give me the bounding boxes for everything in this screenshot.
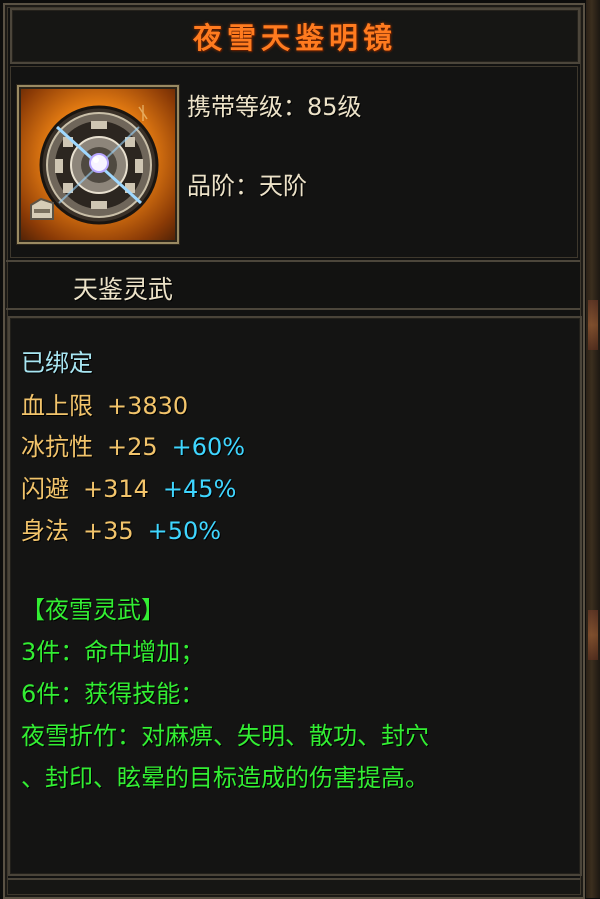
edge-ornament bbox=[588, 610, 598, 660]
stat-name: 闪避 bbox=[21, 475, 69, 503]
stat-value: +35 bbox=[83, 517, 134, 545]
bound-status: 已绑定 bbox=[21, 349, 93, 377]
grade: 品阶：天阶 bbox=[187, 166, 307, 201]
set-bonus-3: 3件：命中增加； bbox=[21, 638, 205, 666]
set-skill-desc-1: 夜雪折竹：对麻痹、失明、散功、封穴 bbox=[21, 722, 429, 750]
stat-name: 血上限 bbox=[21, 392, 93, 420]
carry-level-value: 85级 bbox=[307, 93, 362, 121]
stat-value: +25 bbox=[107, 433, 158, 461]
background-edge bbox=[586, 0, 600, 898]
set-name: 【夜雪灵武】 bbox=[21, 596, 165, 624]
stat-row: 身法 +35 +50% bbox=[21, 511, 221, 546]
item-title: 夜雪天鉴明镜 bbox=[192, 21, 397, 55]
item-category: 天鉴灵武 bbox=[73, 275, 174, 304]
set-bonus-6: 6件：获得技能： bbox=[21, 680, 205, 708]
set-skill-desc-2: 、封印、眩晕的目标造成的伤害提高。 bbox=[21, 764, 429, 792]
carry-level: 携带等级：85级 bbox=[187, 87, 362, 122]
stat-percent: +60% bbox=[171, 433, 246, 461]
compass-mirror-icon bbox=[17, 85, 179, 244]
grade-label: 品阶： bbox=[187, 172, 259, 200]
stat-name: 冰抗性 bbox=[21, 433, 93, 461]
stat-row: 血上限 +3830 bbox=[21, 386, 188, 421]
divider bbox=[6, 308, 580, 310]
stat-row: 冰抗性 +25 +60% bbox=[21, 427, 245, 462]
stat-value: +3830 bbox=[107, 392, 189, 420]
stat-name: 身法 bbox=[21, 517, 69, 545]
grade-value: 天阶 bbox=[259, 172, 307, 200]
stat-percent: +50% bbox=[147, 517, 222, 545]
title-bar: 夜雪天鉴明镜 bbox=[10, 8, 580, 64]
divider bbox=[6, 260, 580, 262]
tooltip-bottom-edge bbox=[8, 878, 580, 894]
stat-row: 闪避 +314 +45% bbox=[21, 469, 236, 504]
stat-percent: +45% bbox=[162, 475, 237, 503]
edge-ornament bbox=[588, 300, 598, 350]
stat-value: +314 bbox=[83, 475, 149, 503]
carry-level-label: 携带等级： bbox=[187, 93, 307, 121]
